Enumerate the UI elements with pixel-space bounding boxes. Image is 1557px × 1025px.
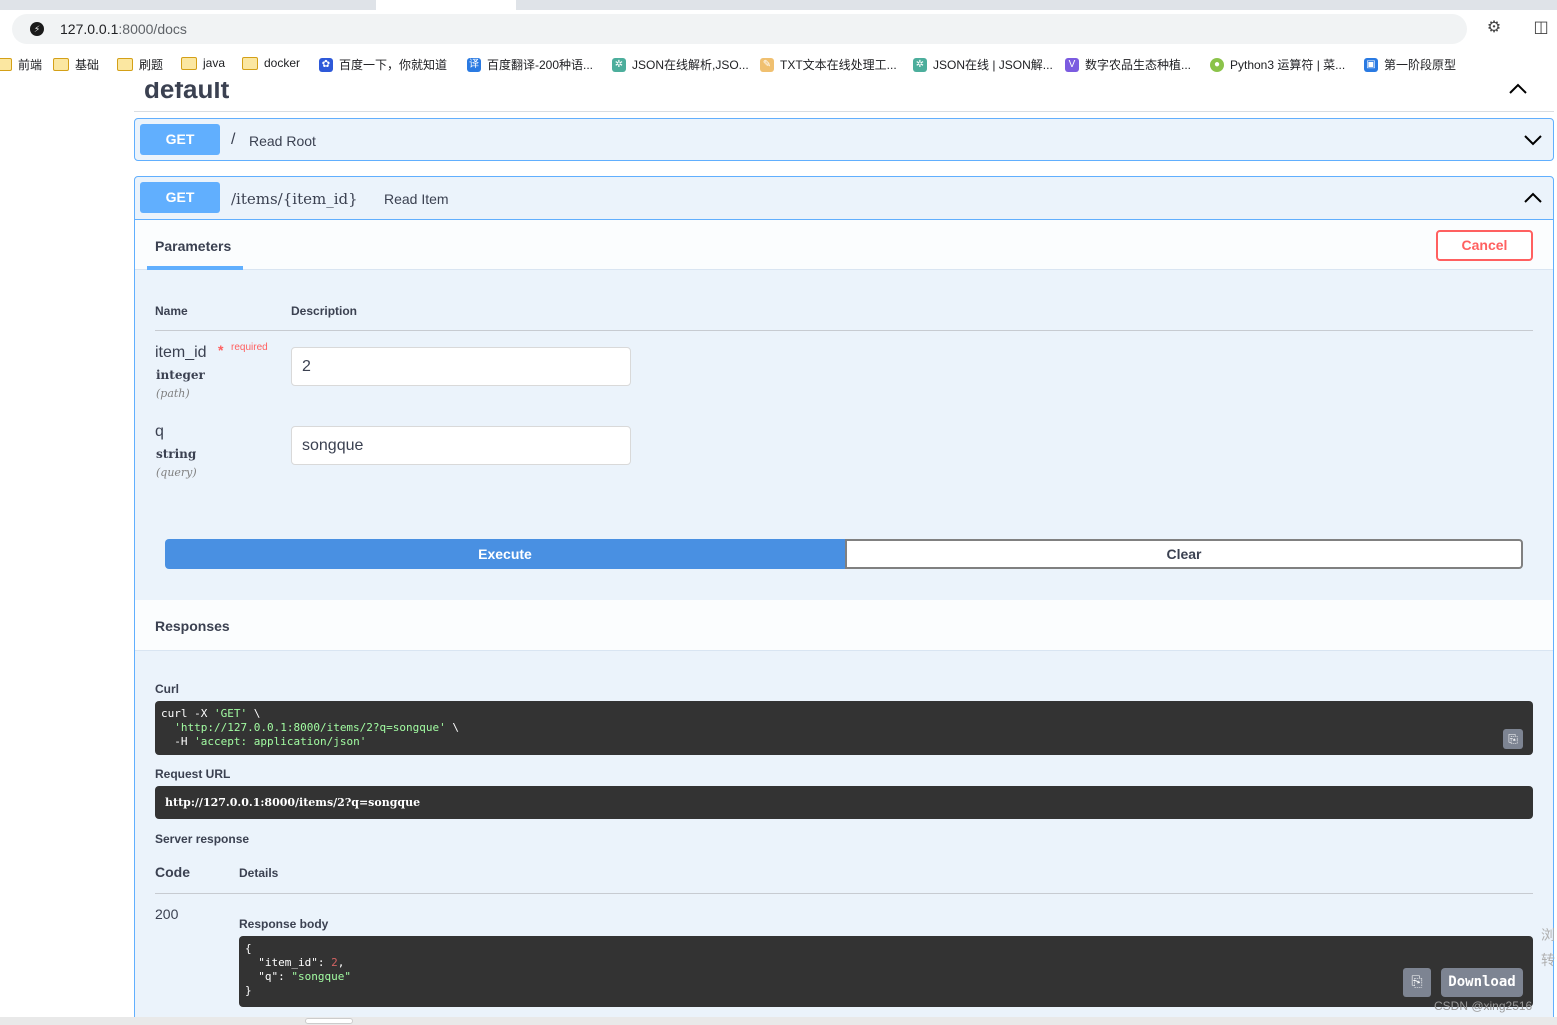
tab-strip xyxy=(0,0,1557,10)
watermark: CSDN @xing2516 xyxy=(1434,999,1533,1013)
request-url-value: http://127.0.0.1:8000/items/2?q=songque xyxy=(155,786,1533,819)
server-response-label: Server response xyxy=(155,832,250,846)
pencil-icon: ✎ xyxy=(760,57,774,72)
responses-header: Responses xyxy=(135,600,1553,651)
section-divider xyxy=(134,111,1554,112)
param-in: (query) xyxy=(156,466,197,479)
opblock-read-item: GET /items/{item_id} Read Item Parameter… xyxy=(134,176,1554,1025)
op-summary[interactable]: Read Item xyxy=(384,191,449,207)
param-in: (path) xyxy=(156,387,190,400)
side-char: 浏 xyxy=(1541,927,1555,943)
json-line: "q": "songque" xyxy=(245,970,351,983)
horizontal-scrollbar[interactable] xyxy=(0,1017,1557,1025)
param-type: integer xyxy=(156,368,205,382)
curl-label: Curl xyxy=(155,682,179,696)
execute-button-group: Execute Clear xyxy=(165,539,1523,570)
bookmark-prototype[interactable]: ▣ 第一阶段原型 xyxy=(1364,56,1456,73)
side-char: 转 xyxy=(1541,952,1555,968)
prototype-icon: ▣ xyxy=(1364,57,1378,72)
bookmark-runoob[interactable]: ● Python3 运算符 | 菜... xyxy=(1210,56,1345,73)
bookmark-folder[interactable]: java xyxy=(181,56,225,70)
folder-icon xyxy=(53,58,69,71)
param-name: q xyxy=(155,423,164,440)
param-name: item_id xyxy=(155,344,207,361)
cancel-button[interactable]: Cancel xyxy=(1436,230,1533,261)
tab-parameters[interactable]: Parameters xyxy=(155,238,231,254)
required-label: required xyxy=(231,342,268,353)
bookmark-fanyi[interactable]: 译百度翻译-200种语... xyxy=(467,56,593,73)
address-bar[interactable] xyxy=(12,14,1467,44)
curl-line: 'http://127.0.0.1:8000/items/2?q=songque… xyxy=(174,721,460,734)
item-id-input[interactable]: 2 xyxy=(291,347,631,386)
scrollbar-thumb[interactable] xyxy=(305,1018,353,1024)
request-url-label: Request URL xyxy=(155,767,231,781)
clear-button[interactable]: Clear xyxy=(845,539,1523,569)
bookmarks-bar: 前端 基础 刷题 java docker ✿ 百度一下，你就知道 译百度翻译-20… xyxy=(0,52,1557,76)
op-summary: Read Root xyxy=(249,133,316,149)
response-body-block[interactable]: { "item_id": 2, "q": "songque" } ⎘ Downl… xyxy=(239,936,1533,1007)
gear-icon: ✲ xyxy=(612,57,626,72)
bookmark-txt[interactable]: ✎ TXT文本在线处理工... xyxy=(760,56,897,73)
bookmark-folder[interactable]: docker xyxy=(242,56,300,70)
curl-line: -H 'accept: application/json' xyxy=(161,735,367,748)
folder-icon xyxy=(0,58,12,71)
tab-underline xyxy=(147,266,243,270)
translate-icon: 译 xyxy=(467,57,481,72)
required-star: * xyxy=(218,342,224,358)
op-path[interactable]: /items/{item_id} xyxy=(231,190,358,208)
swagger-main: default GET / Read Root GET /items/{item… xyxy=(0,82,1557,1025)
active-tab[interactable] xyxy=(376,0,516,10)
runoob-icon: ● xyxy=(1210,57,1224,72)
json-line: } xyxy=(245,984,252,997)
download-button[interactable]: Download xyxy=(1441,968,1523,997)
site-info-icon[interactable]: ⚡ xyxy=(30,22,44,36)
json-line: "item_id": 2, xyxy=(245,956,345,969)
chevron-up-icon[interactable] xyxy=(1508,82,1528,96)
params-divider xyxy=(155,330,1533,331)
curl-line: curl -X 'GET' \ xyxy=(161,707,261,720)
q-input[interactable]: songque xyxy=(291,426,631,465)
copy-icon[interactable]: ⎘ xyxy=(1503,729,1523,749)
chevron-up-icon[interactable] xyxy=(1523,191,1543,205)
opblock-body: Parameters Cancel Name Description item_… xyxy=(135,219,1553,1025)
url-text[interactable]: 127.0.0.1:8000/docs xyxy=(60,21,187,37)
split-view-icon[interactable]: ◫ xyxy=(1532,19,1550,37)
responses-title: Responses xyxy=(155,618,230,634)
method-badge[interactable]: GET xyxy=(140,182,220,213)
parameters-header: Parameters Cancel xyxy=(135,220,1553,270)
copy-icon[interactable]: ⎘ xyxy=(1403,968,1431,997)
response-body-label: Response body xyxy=(239,917,329,931)
folder-icon xyxy=(117,58,133,71)
vue-icon: V xyxy=(1065,57,1079,72)
code-header: Code xyxy=(155,864,190,880)
bookmark-baidu[interactable]: ✿ 百度一下，你就知道 xyxy=(319,56,447,73)
op-path: / xyxy=(231,131,236,148)
bookmark-folder[interactable]: 基础 xyxy=(53,56,99,73)
gear-icon: ✲ xyxy=(913,57,927,72)
response-divider xyxy=(155,893,1533,894)
baidu-icon: ✿ xyxy=(319,57,333,72)
extensions-icon[interactable]: ⚙ xyxy=(1485,19,1503,37)
col-name-header: Name xyxy=(155,304,188,318)
bookmark-folder[interactable]: 刷题 xyxy=(117,56,163,73)
method-badge: GET xyxy=(140,124,220,155)
browser-chrome: ⚡ 127.0.0.1:8000/docs ⚙ ◫ 前端 基础 刷题 java … xyxy=(0,0,1557,82)
json-line: { xyxy=(245,942,252,955)
folder-icon xyxy=(181,56,197,70)
folder-icon xyxy=(242,56,258,70)
status-code: 200 xyxy=(155,906,179,922)
bookmark-vue[interactable]: V 数字农品生态种植... xyxy=(1065,56,1191,73)
bookmark-json1[interactable]: ✲ JSON在线解析,JSO... xyxy=(612,56,749,73)
col-description-header: Description xyxy=(291,304,358,318)
bookmark-json2[interactable]: ✲ JSON在线 | JSON解... xyxy=(913,56,1053,73)
chevron-down-icon[interactable] xyxy=(1523,133,1543,147)
param-type: string xyxy=(156,447,197,461)
bookmark-folder[interactable]: 前端 xyxy=(0,56,42,73)
details-header: Details xyxy=(239,866,279,880)
execute-button[interactable]: Execute xyxy=(165,539,845,569)
section-title[interactable]: default xyxy=(144,82,229,105)
curl-code-block[interactable]: curl -X 'GET' \ 'http://127.0.0.1:8000/i… xyxy=(155,701,1533,755)
opblock-read-root[interactable]: GET / Read Root xyxy=(134,118,1554,161)
